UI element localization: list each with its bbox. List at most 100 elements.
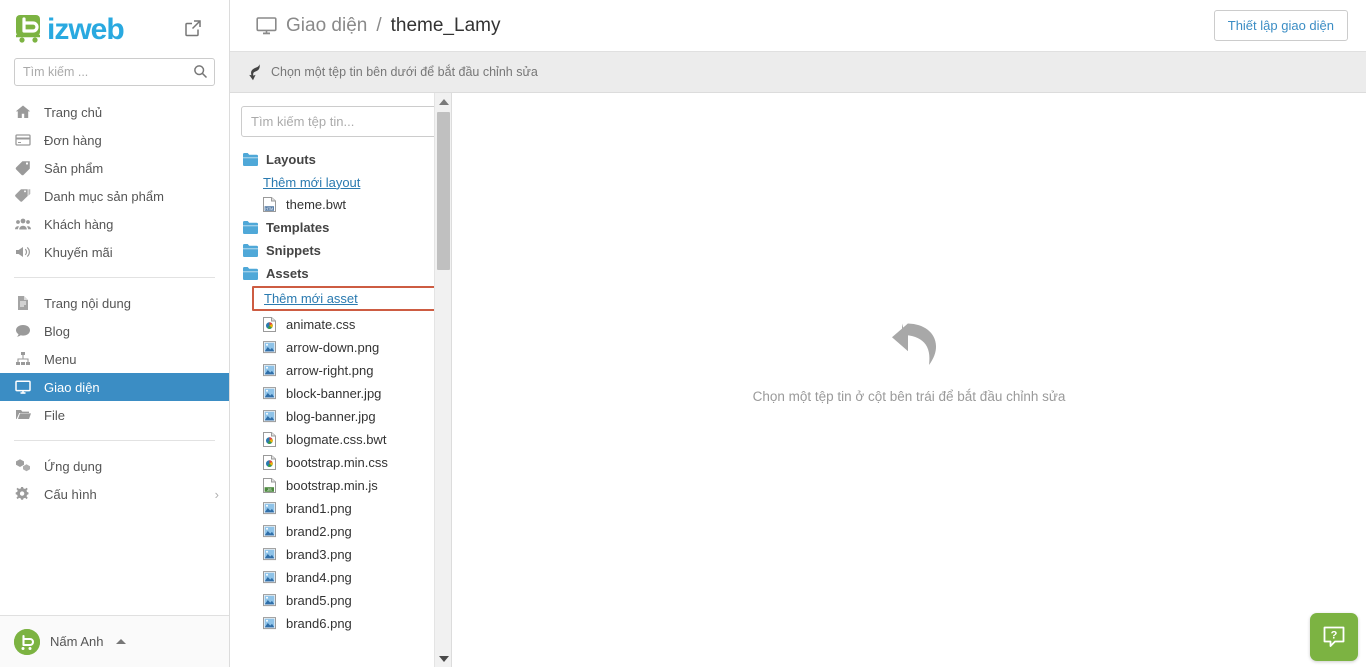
- tree-file-label: blogmate.css.bwt: [286, 432, 387, 447]
- tree-file-item[interactable]: brand6.png: [230, 612, 451, 635]
- tree-file-label: bootstrap.min.js: [286, 478, 378, 493]
- tree-file-item[interactable]: arrow-right.png: [230, 359, 451, 382]
- sidebar-group-2: Trang nội dung Blog Menu Giao diện File: [0, 287, 229, 431]
- tree-file-item[interactable]: brand3.png: [230, 543, 451, 566]
- main-area: Giao diện / theme_Lamy Thiết lập giao di…: [230, 0, 1366, 667]
- tree-file-label: arrow-right.png: [286, 363, 374, 378]
- sidebar-item-menu[interactable]: Menu: [0, 345, 229, 373]
- sidebar-item-danh-muc-san-pham[interactable]: Danh mục sản phẩm: [0, 182, 229, 210]
- tree-file-item[interactable]: brand1.png: [230, 497, 451, 520]
- sidebar-label: Khuyến mãi: [44, 244, 113, 260]
- sidebar-item-giao-dien[interactable]: Giao diện: [0, 373, 229, 401]
- tree-file-item[interactable]: bootstrap.min.css: [230, 451, 451, 474]
- svg-text:JS: JS: [267, 487, 272, 492]
- sidebar-label: Trang chủ: [44, 104, 103, 120]
- image-file-icon: [263, 363, 276, 378]
- tree-file-label: brand1.png: [286, 501, 352, 516]
- tree-folder-assets[interactable]: Assets: [230, 262, 451, 285]
- tree-folder-label: Templates: [266, 220, 330, 235]
- sidebar-item-blog[interactable]: Blog: [0, 317, 229, 345]
- tree-file-label: bootstrap.min.css: [286, 455, 388, 470]
- breadcrumb-parent[interactable]: Giao diện: [286, 15, 367, 37]
- sidebar: izweb Trang chủ: [0, 0, 230, 667]
- user-menu[interactable]: Nấm Anh: [0, 615, 229, 667]
- workspace: Layouts Thêm mới layout HTM theme.bwt Templa…: [230, 93, 1366, 667]
- question-bubble-icon: ?: [1323, 626, 1345, 647]
- tree-file-label: brand5.png: [286, 593, 352, 608]
- file-tree-scrollbar[interactable]: [434, 93, 451, 667]
- breadcrumb-separator: /: [376, 14, 382, 36]
- tree-file-item[interactable]: block-banner.jpg: [230, 382, 451, 405]
- tree-file-item[interactable]: animate.css: [230, 313, 451, 336]
- tree-file-item[interactable]: arrow-down.png: [230, 336, 451, 359]
- sidebar-label: Đơn hàng: [44, 132, 102, 148]
- notice-text: Chọn một tệp tin bên dưới để bắt đầu chỉ…: [271, 65, 538, 79]
- sitemap-icon: [14, 351, 31, 368]
- tree-file-item[interactable]: blogmate.css.bwt: [230, 428, 451, 451]
- sidebar-search[interactable]: [14, 58, 215, 86]
- sidebar-label: Cấu hình: [44, 486, 97, 502]
- tree-folder-label: Assets: [266, 266, 309, 281]
- image-file-icon: [263, 340, 276, 355]
- megaphone-icon: [14, 244, 31, 261]
- tree-file-label: theme.bwt: [286, 197, 346, 212]
- css-file-icon: [263, 432, 276, 447]
- sidebar-item-cau-hinh[interactable]: Cấu hình ›: [0, 480, 229, 508]
- page-title: theme_Lamy: [390, 14, 501, 36]
- file-tree: Layouts Thêm mới layout HTM theme.bwt Templa…: [230, 137, 451, 667]
- sidebar-label: Sản phẩm: [44, 160, 104, 176]
- sidebar-item-trang-noi-dung[interactable]: Trang nội dung: [0, 289, 229, 317]
- scroll-up-arrow-icon[interactable]: [435, 93, 452, 110]
- tree-add-link-label[interactable]: Thêm mới layout: [263, 175, 360, 190]
- user-name: Nấm Anh: [50, 634, 104, 649]
- sidebar-item-san-pham[interactable]: Sản phẩm: [0, 154, 229, 182]
- theme-settings-button[interactable]: Thiết lập giao diện: [1213, 10, 1348, 41]
- tree-file-item[interactable]: brand2.png: [230, 520, 451, 543]
- sidebar-label: Trang nội dung: [44, 295, 131, 311]
- app-root: izweb Trang chủ: [0, 0, 1366, 667]
- file-search-input[interactable]: [241, 106, 440, 137]
- sidebar-item-khuyen-mai[interactable]: Khuyến mãi: [0, 238, 229, 266]
- tree-file-item[interactable]: HTM theme.bwt: [230, 193, 451, 216]
- folder-open-icon: [14, 407, 31, 424]
- image-file-icon: [263, 409, 276, 424]
- sidebar-item-ung-dung[interactable]: Ứng dụng: [0, 452, 229, 480]
- tree-file-item[interactable]: brand4.png: [230, 566, 451, 589]
- tree-file-item[interactable]: blog-banner.jpg: [230, 405, 451, 428]
- tree-add-asset-label[interactable]: Thêm mới asset: [264, 291, 358, 306]
- scroll-down-arrow-icon[interactable]: [435, 650, 452, 667]
- image-file-icon: [263, 570, 276, 585]
- tag-icon: [14, 160, 31, 177]
- chevron-right-icon: ›: [214, 486, 219, 502]
- file-tree-panel: Layouts Thêm mới layout HTM theme.bwt Templa…: [230, 93, 452, 667]
- tree-file-label: brand2.png: [286, 524, 352, 539]
- sidebar-item-trang-chu[interactable]: Trang chủ: [0, 98, 229, 126]
- tree-add-link[interactable]: Thêm mới layout: [230, 171, 451, 193]
- svg-text:HTM: HTM: [265, 207, 273, 211]
- tree-folder-snippets[interactable]: Snippets: [230, 239, 451, 262]
- sidebar-divider-2: [14, 440, 215, 441]
- file-search[interactable]: [230, 93, 451, 137]
- tree-folder-label: Layouts: [266, 152, 316, 167]
- sidebar-item-khach-hang[interactable]: Khách hàng: [0, 210, 229, 238]
- scrollbar-thumb[interactable]: [437, 112, 450, 270]
- tree-folder-layouts[interactable]: Layouts: [230, 148, 451, 171]
- tree-file-item[interactable]: brand5.png: [230, 589, 451, 612]
- tree-folder-templates[interactable]: Templates: [230, 216, 451, 239]
- tree-file-item[interactable]: JS bootstrap.min.js: [230, 474, 451, 497]
- svg-text:?: ?: [1331, 630, 1338, 642]
- css-file-icon: [263, 317, 276, 332]
- topbar: Giao diện / theme_Lamy Thiết lập giao di…: [230, 0, 1366, 52]
- empty-state-text: Chọn một tệp tin ở cột bên trái để bắt đ…: [752, 388, 1066, 404]
- external-link-icon[interactable]: [183, 18, 203, 38]
- help-button[interactable]: ?: [1310, 613, 1358, 661]
- sidebar-label: Danh mục sản phẩm: [44, 188, 164, 204]
- bizweb-logo[interactable]: izweb: [14, 11, 125, 45]
- gears-icon: [14, 486, 31, 503]
- tree-add-asset-link-highlighted[interactable]: Thêm mới asset: [252, 286, 441, 311]
- b-cart-logo-icon: [14, 13, 46, 45]
- sidebar-item-don-hang[interactable]: Đơn hàng: [0, 126, 229, 154]
- tree-file-label: brand4.png: [286, 570, 352, 585]
- search-input[interactable]: [14, 58, 215, 86]
- sidebar-item-file[interactable]: File: [0, 401, 229, 429]
